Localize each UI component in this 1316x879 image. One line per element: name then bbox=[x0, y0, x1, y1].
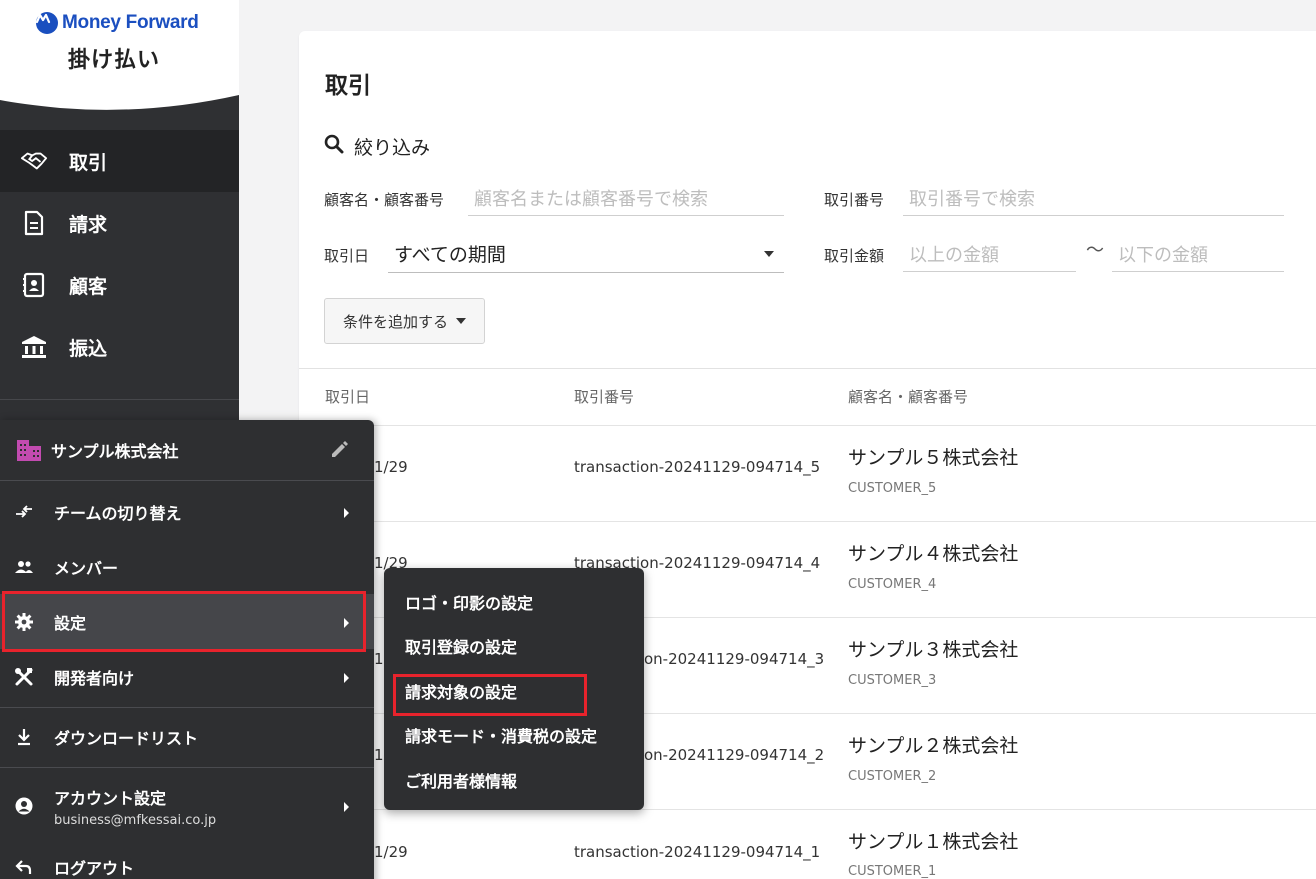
brand-header: Money Forward 掛け払い bbox=[0, 0, 239, 112]
handshake-icon bbox=[20, 147, 48, 175]
amount-min-input[interactable]: 以上の金額 bbox=[903, 236, 1076, 272]
menu-item-label: ダウンロードリスト bbox=[54, 728, 199, 748]
row-txn-number[interactable]: on-20241129-094714_2 bbox=[644, 746, 824, 764]
dropdown-caret-icon bbox=[764, 250, 774, 257]
menu-divider bbox=[0, 767, 374, 768]
chevron-right-icon bbox=[341, 505, 351, 519]
row-date: 1/29 bbox=[374, 458, 408, 476]
sidebar-item-label: 取引 bbox=[69, 151, 108, 174]
menu-item-label: ログアウト bbox=[54, 858, 135, 878]
customer-filter-label: 顧客名・顧客番号 bbox=[324, 191, 445, 209]
page-title: 取引 bbox=[325, 73, 371, 99]
menu-item-label: メンバー bbox=[54, 558, 119, 578]
sidebar-item-label: 顧客 bbox=[69, 275, 108, 298]
row-customer-code: CUSTOMER_2 bbox=[848, 769, 937, 784]
menu-item-label: チームの切り替え bbox=[54, 503, 182, 523]
dropdown-caret-icon bbox=[456, 318, 466, 324]
table-row-divider bbox=[299, 425, 1316, 426]
date-period-value: すべての期間 bbox=[394, 244, 506, 266]
row-customer-name[interactable]: サンプル２株式会社 bbox=[848, 731, 1018, 758]
add-condition-button[interactable]: 条件を追加する bbox=[324, 298, 485, 344]
sidebar-item-invoices[interactable]: 請求 bbox=[0, 192, 239, 254]
row-customer-name[interactable]: サンプル１株式会社 bbox=[848, 827, 1018, 854]
row-txn-number[interactable]: on-20241129-094714_3 bbox=[644, 650, 824, 668]
amount-max-input[interactable]: 以下の金額 bbox=[1112, 236, 1284, 272]
txn-number-search-input[interactable]: 取引番号で検索 bbox=[903, 180, 1284, 216]
submenu-item-transaction-registration[interactable]: 取引登録の設定 bbox=[405, 634, 517, 658]
menu-item-label: アカウント設定 bbox=[54, 788, 167, 808]
logo-text: Money Forward bbox=[62, 12, 199, 33]
column-header-customer[interactable]: 顧客名・顧客番号 bbox=[848, 386, 968, 407]
menu-item-account-settings[interactable]: アカウント設定 business@mfkessai.co.jp bbox=[0, 775, 374, 837]
menu-item-switch-team[interactable]: チームの切り替え bbox=[0, 484, 374, 539]
team-menu-header: サンプル株式会社 bbox=[0, 420, 374, 481]
edit-pencil-icon[interactable] bbox=[328, 439, 350, 461]
sidebar-item-customers[interactable]: 顧客 bbox=[0, 254, 239, 316]
row-customer-code: CUSTOMER_3 bbox=[848, 673, 937, 688]
sidebar-item-label: 振込 bbox=[69, 337, 108, 360]
row-txn-number[interactable]: transaction-20241129-094714_5 bbox=[574, 458, 820, 476]
date-period-select[interactable]: すべての期間 bbox=[388, 235, 784, 273]
row-date: 1 bbox=[374, 746, 384, 764]
submenu-item-user-info[interactable]: ご利用者様情報 bbox=[405, 768, 517, 792]
chevron-right-icon bbox=[341, 799, 351, 813]
building-icon bbox=[16, 438, 42, 462]
account-email: business@mfkessai.co.jp bbox=[54, 812, 217, 828]
sidebar-nav: 取引 請求 顧客 振込 bbox=[0, 130, 239, 378]
swap-arrows-icon bbox=[14, 502, 34, 522]
money-forward-logo-icon bbox=[36, 12, 58, 34]
tools-icon bbox=[14, 667, 34, 687]
sidebar-divider bbox=[0, 399, 239, 400]
table-row-divider bbox=[299, 521, 1316, 522]
product-name: 掛け払い bbox=[68, 48, 161, 73]
chevron-right-icon bbox=[341, 670, 351, 684]
submenu-item-billing-mode-tax[interactable]: 請求モード・消費税の設定 bbox=[405, 723, 597, 747]
row-customer-code: CUSTOMER_1 bbox=[848, 864, 937, 879]
add-condition-label: 条件を追加する bbox=[342, 312, 448, 331]
contact-card-icon bbox=[20, 271, 48, 299]
row-date: 1 bbox=[374, 650, 384, 668]
row-customer-name[interactable]: サンプル３株式会社 bbox=[848, 635, 1018, 662]
highlight-box-settings bbox=[2, 591, 366, 652]
menu-divider bbox=[0, 707, 374, 708]
filter-heading: 絞り込み bbox=[324, 133, 430, 160]
menu-item-logout[interactable]: ログアウト bbox=[0, 839, 374, 879]
row-customer-code: CUSTOMER_4 bbox=[848, 577, 937, 592]
sidebar-item-transfers[interactable]: 振込 bbox=[0, 316, 239, 378]
column-header-date[interactable]: 取引日 bbox=[325, 386, 370, 407]
amount-range-separator: 〜 bbox=[1086, 240, 1104, 261]
customer-search-input[interactable]: 顧客名または顧客番号で検索 bbox=[468, 180, 784, 216]
menu-item-developers[interactable]: 開発者向け bbox=[0, 649, 374, 704]
amount-filter-label: 取引金額 bbox=[824, 247, 885, 265]
date-filter-label: 取引日 bbox=[324, 247, 370, 265]
table-divider bbox=[299, 368, 1316, 369]
row-customer-name[interactable]: サンプル４株式会社 bbox=[848, 539, 1018, 566]
org-name: サンプル株式会社 bbox=[51, 442, 179, 461]
sidebar-item-transactions[interactable]: 取引 bbox=[0, 130, 239, 192]
account-circle-icon bbox=[14, 796, 34, 816]
column-header-number[interactable]: 取引番号 bbox=[574, 386, 634, 407]
money-forward-logo[interactable]: Money Forward bbox=[36, 12, 199, 34]
menu-item-members[interactable]: メンバー bbox=[0, 539, 374, 594]
sidebar-item-label: 請求 bbox=[69, 213, 108, 236]
document-icon bbox=[20, 209, 48, 237]
row-date: 1/29 bbox=[374, 843, 408, 861]
submenu-item-logo-seal[interactable]: ロゴ・印影の設定 bbox=[405, 590, 533, 614]
people-icon bbox=[14, 557, 34, 577]
menu-item-download-list[interactable]: ダウンロードリスト bbox=[0, 709, 374, 764]
logout-arrow-icon bbox=[14, 857, 34, 877]
txn-number-filter-label: 取引番号 bbox=[824, 191, 885, 209]
highlight-box-billing-target bbox=[393, 674, 587, 716]
menu-item-label: 開発者向け bbox=[54, 668, 135, 688]
search-icon bbox=[324, 134, 344, 159]
filter-heading-label: 絞り込み bbox=[354, 137, 431, 159]
bank-icon bbox=[20, 333, 48, 361]
download-icon bbox=[14, 727, 34, 747]
row-customer-code: CUSTOMER_5 bbox=[848, 481, 937, 496]
row-txn-number[interactable]: transaction-20241129-094714_1 bbox=[574, 843, 820, 861]
account-settings-text: アカウント設定 business@mfkessai.co.jp bbox=[54, 785, 216, 828]
row-customer-name[interactable]: サンプル５株式会社 bbox=[848, 443, 1018, 470]
